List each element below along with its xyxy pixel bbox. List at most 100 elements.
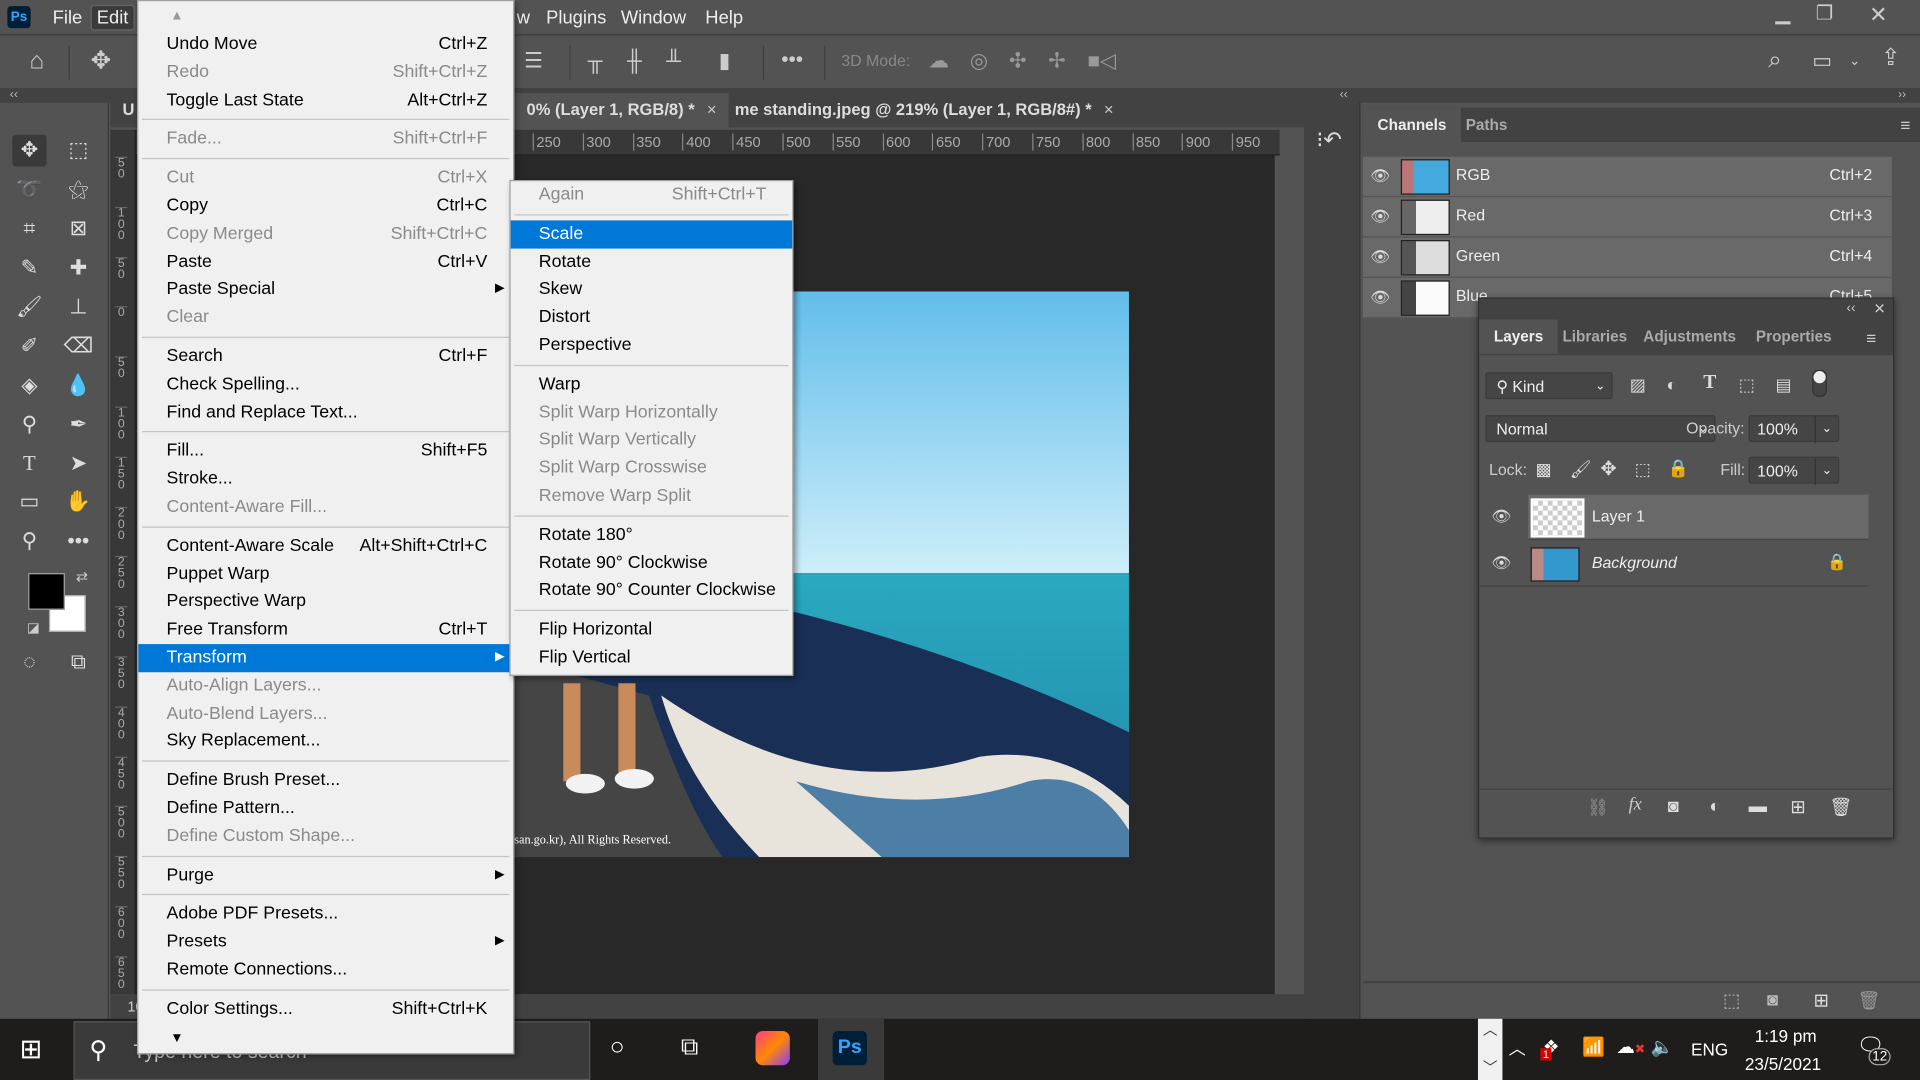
menu-file[interactable]: File [48, 5, 87, 31]
menu-item-auto-blend-layers[interactable]: Auto-Blend Layers... [138, 700, 513, 728]
menu-window[interactable]: Window [616, 5, 691, 31]
default-colors-icon[interactable]: ◪ [27, 620, 40, 636]
menu-item-content-aware-scale[interactable]: Content-Aware Scale Alt+Shift+Ctrl+C [138, 532, 513, 560]
filter-toggle[interactable] [1812, 369, 1827, 397]
channel-row-green[interactable]: 👁 Green Ctrl+4 [1362, 237, 1892, 278]
menu-item-puppet-warp[interactable]: Puppet Warp [138, 560, 513, 588]
filter-kind-dropdown[interactable]: ⚲ Kind ⌄ [1485, 372, 1613, 400]
zoom-tool-icon[interactable]: ⚲ [12, 525, 46, 557]
menu-item-split-warp-horizontally[interactable]: Split Warp Horizontally [511, 399, 793, 427]
channel-row-red[interactable]: 👁 Red Ctrl+3 [1362, 197, 1892, 238]
pen-tool-icon[interactable]: ✒ [61, 409, 95, 441]
menu-item-remote-connections[interactable]: Remote Connections... [138, 956, 513, 984]
clock-time[interactable]: 1:19 pm [1755, 1026, 1817, 1046]
paint-bucket-icon[interactable]: ◈ [12, 370, 46, 402]
link-layers-icon[interactable]: ⛓ [1587, 797, 1609, 818]
filter-pixel-icon[interactable]: ▨ [1630, 375, 1646, 396]
foreground-color-swatch[interactable] [28, 573, 65, 610]
menu-item-skew[interactable]: Skew [511, 276, 793, 304]
home-icon[interactable]: ⌂ [29, 49, 44, 73]
share-icon[interactable]: ⇪ [1881, 46, 1900, 71]
eye-icon[interactable]: 👁 [1491, 553, 1511, 573]
move-tool-icon[interactable]: ✥ [91, 49, 112, 73]
scroll-up-icon[interactable]: ▲ [138, 1, 513, 30]
align-center-icon[interactable]: ☰ [524, 49, 543, 73]
expand-right-icon[interactable]: ›› [1898, 88, 1906, 101]
menu-help[interactable]: Help [700, 5, 748, 31]
eye-icon[interactable]: 👁 [1370, 247, 1390, 267]
scroll-arrows[interactable]: ︿ ﹀ [1477, 1018, 1503, 1080]
wifi-icon[interactable]: 📶 [1582, 1036, 1605, 1058]
task-view-icon[interactable]: ⧉ [681, 1033, 698, 1061]
menu-item-undo-move[interactable]: Undo Move Ctrl+Z [138, 31, 513, 59]
close-panel-icon[interactable]: ✕ [1873, 300, 1885, 317]
3d-pan-icon[interactable]: ✣ [1009, 49, 1026, 73]
lock-transparent-icon[interactable]: ▩ [1536, 459, 1552, 480]
3d-slide-icon[interactable]: ✢ [1048, 49, 1065, 73]
tab-adjustments[interactable]: Adjustments [1629, 320, 1751, 354]
close-tab-icon[interactable]: × [707, 100, 717, 118]
menu-item-distort[interactable]: Distort [511, 304, 793, 332]
healing-brush-icon[interactable]: ✚ [61, 252, 95, 284]
new-layer-icon[interactable]: ⊞ [1790, 796, 1805, 818]
dodge-tool-icon[interactable]: ⚲ [12, 409, 46, 441]
filter-type-icon[interactable]: T [1703, 372, 1716, 394]
blend-mode-dropdown[interactable]: Normal ⌄ [1485, 415, 1716, 443]
lock-all-icon[interactable]: 🔒 [1668, 458, 1689, 479]
menu-item-split-warp-crosswise[interactable]: Split Warp Crosswise [511, 454, 793, 482]
lasso-tool-icon[interactable]: ➰ [12, 174, 46, 206]
3d-orbit-icon[interactable]: ☁ [928, 49, 949, 73]
tab-channels[interactable]: Channels [1362, 107, 1462, 143]
tab-document-active[interactable]: 0% (Layer 1, RGB/8) * × [514, 93, 729, 128]
menu-item-again[interactable]: Again Shift+Ctrl+T [511, 181, 793, 209]
collapse-dock-icon[interactable]: ‹‹ [1340, 88, 1348, 101]
menu-item-check-spelling[interactable]: Check Spelling... [138, 371, 513, 399]
menu-item-presets[interactable]: Presets ▶ [138, 928, 513, 956]
fx-icon[interactable]: fx [1629, 795, 1642, 816]
eye-icon[interactable]: 👁 [1370, 288, 1390, 308]
layer-name[interactable]: Background [1592, 553, 1677, 571]
menu-item-rotate[interactable]: Rotate [511, 248, 793, 276]
3d-roll-icon[interactable]: ◎ [970, 49, 988, 73]
eyedropper-icon[interactable]: ✎ [12, 252, 46, 284]
tab-layers[interactable]: Layers [1479, 319, 1558, 354]
menu-item-adobe-pdf-presets[interactable]: Adobe PDF Presets... [138, 900, 513, 928]
close-tab-icon[interactable]: × [1104, 100, 1114, 118]
tab-me-standing[interactable]: me standing.jpeg @ 219% (Layer 1, RGB/8#… [722, 93, 1125, 127]
load-selection-icon[interactable]: ⬚ [1723, 989, 1740, 1012]
menu-item-define-custom-shape[interactable]: Define Custom Shape... [138, 823, 513, 851]
frame-tool-icon[interactable]: ⊠ [61, 213, 95, 245]
more-tools-icon[interactable]: ••• [61, 525, 95, 557]
layer-row-layer-1[interactable]: Layer 1 [1528, 494, 1869, 541]
lock-artboard-icon[interactable]: ⬚ [1635, 459, 1651, 480]
filter-smart-object-icon[interactable]: ▤ [1776, 375, 1792, 396]
add-mask-icon[interactable]: ◙ [1668, 796, 1679, 817]
type-tool-icon[interactable]: T [12, 448, 46, 480]
menu-item-flip-vertical[interactable]: Flip Vertical [511, 644, 793, 672]
delete-layer-icon[interactable]: 🗑 [1829, 796, 1852, 818]
menu-item-perspective-warp[interactable]: Perspective Warp [138, 588, 513, 616]
layer-name[interactable]: Layer 1 [1592, 507, 1645, 525]
menu-item-remove-warp-split[interactable]: Remove Warp Split [511, 482, 793, 510]
show-hidden-icons[interactable]: ︿ [1509, 1036, 1526, 1060]
lock-pixels-icon[interactable]: 🖌 [1570, 459, 1592, 480]
menu-item-search[interactable]: Search Ctrl+F [138, 343, 513, 371]
menu-item-flip-horizontal[interactable]: Flip Horizontal [511, 616, 793, 644]
menu-item-redo[interactable]: Redo Shift+Ctrl+Z [138, 59, 513, 87]
path-select-icon[interactable]: ➤ [61, 448, 95, 480]
menu-item-transform[interactable]: Transform ▶ [138, 644, 514, 672]
quick-mask-icon[interactable]: ◌ [12, 647, 46, 679]
menu-item-auto-align-layers[interactable]: Auto-Align Layers... [138, 672, 513, 700]
menu-item-warp[interactable]: Warp [511, 371, 793, 399]
menu-item-purge[interactable]: Purge ▶ [138, 861, 513, 889]
panel-menu-icon[interactable]: ≡ [1900, 115, 1910, 135]
swap-colors-icon[interactable]: ⇄ [76, 568, 88, 585]
menu-item-rotate-180[interactable]: Rotate 180° [511, 521, 793, 549]
screen-mode-icon[interactable]: ⧉ [61, 647, 95, 679]
eraser-icon[interactable]: ⌫ [61, 331, 95, 363]
cortana-icon[interactable]: ○ [610, 1033, 625, 1061]
scroll-down-icon[interactable]: ▼ [138, 1023, 513, 1052]
blur-tool-icon[interactable]: 💧 [61, 370, 95, 402]
menu-item-paste[interactable]: Paste Ctrl+V [138, 248, 513, 276]
menu-item-scale[interactable]: Scale [510, 220, 793, 249]
